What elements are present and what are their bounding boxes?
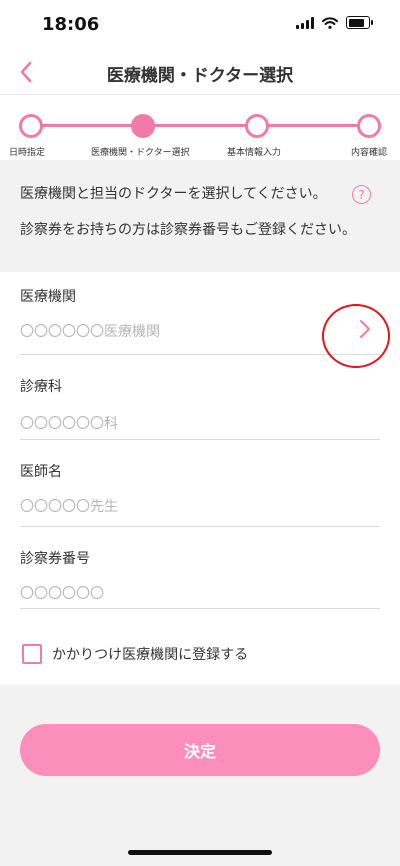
home-indicator	[128, 850, 272, 855]
step-4-label: 内容確認	[351, 148, 388, 158]
step-progress-line	[30, 124, 370, 127]
status-time: 18:06	[42, 14, 100, 35]
favorite-checkbox-label: かかりつけ医療機関に登録する	[52, 647, 249, 663]
department-field[interactable]: 診療科 〇〇〇〇〇〇科	[20, 362, 380, 440]
institution-label: 医療機関	[20, 289, 76, 305]
decide-button[interactable]: 決定	[20, 724, 380, 776]
wifi-icon	[322, 16, 338, 29]
department-label: 診療科	[20, 379, 62, 395]
institution-value: 〇〇〇〇〇〇医療機関	[20, 324, 160, 340]
step-1-dot	[19, 114, 43, 138]
step-2-label: 医療機関・ドクター選択	[91, 148, 190, 158]
intro-section: 医療機関と担当のドクターを選択してください。 ? 診察券をお持ちの方は診察券番号…	[0, 160, 400, 272]
nav-bar: 医療機関・ドクター選択	[0, 50, 400, 95]
favorite-checkbox[interactable]	[22, 644, 42, 664]
step-3-label: 基本情報入力	[227, 148, 282, 158]
step-1-label: 日時指定	[9, 148, 46, 158]
doctor-label: 医師名	[20, 464, 62, 480]
intro-text: 医療機関と担当のドクターを選択してください。	[20, 186, 327, 202]
favorite-checkbox-row[interactable]: かかりつけ医療機関に登録する	[22, 644, 248, 664]
cellular-signal-icon	[296, 16, 314, 29]
annotation-circle	[322, 304, 390, 368]
doctor-field[interactable]: 医師名 〇〇〇〇〇先生	[20, 447, 380, 527]
department-value: 〇〇〇〇〇〇科	[20, 416, 118, 432]
step-4-dot	[357, 114, 381, 138]
status-icons	[296, 16, 373, 29]
step-indicator: 日時指定 医療機関・ドクター選択 基本情報入力 内容確認	[0, 95, 400, 160]
status-bar: 18:06	[0, 0, 400, 50]
page-title: 医療機関・ドクター選択	[106, 66, 294, 86]
intro-note: 診察券をお持ちの方は診察券番号もご登録ください。	[20, 222, 356, 238]
battery-icon	[346, 16, 373, 29]
card-number-label: 診察券番号	[20, 551, 90, 567]
card-number-field[interactable]: 診察券番号 〇〇〇〇〇〇	[20, 534, 380, 609]
card-number-value: 〇〇〇〇〇〇	[20, 586, 104, 602]
step-3-dot	[245, 114, 269, 138]
step-2-dot	[131, 114, 155, 138]
help-icon[interactable]: ?	[352, 185, 371, 204]
doctor-value: 〇〇〇〇〇先生	[20, 499, 118, 515]
